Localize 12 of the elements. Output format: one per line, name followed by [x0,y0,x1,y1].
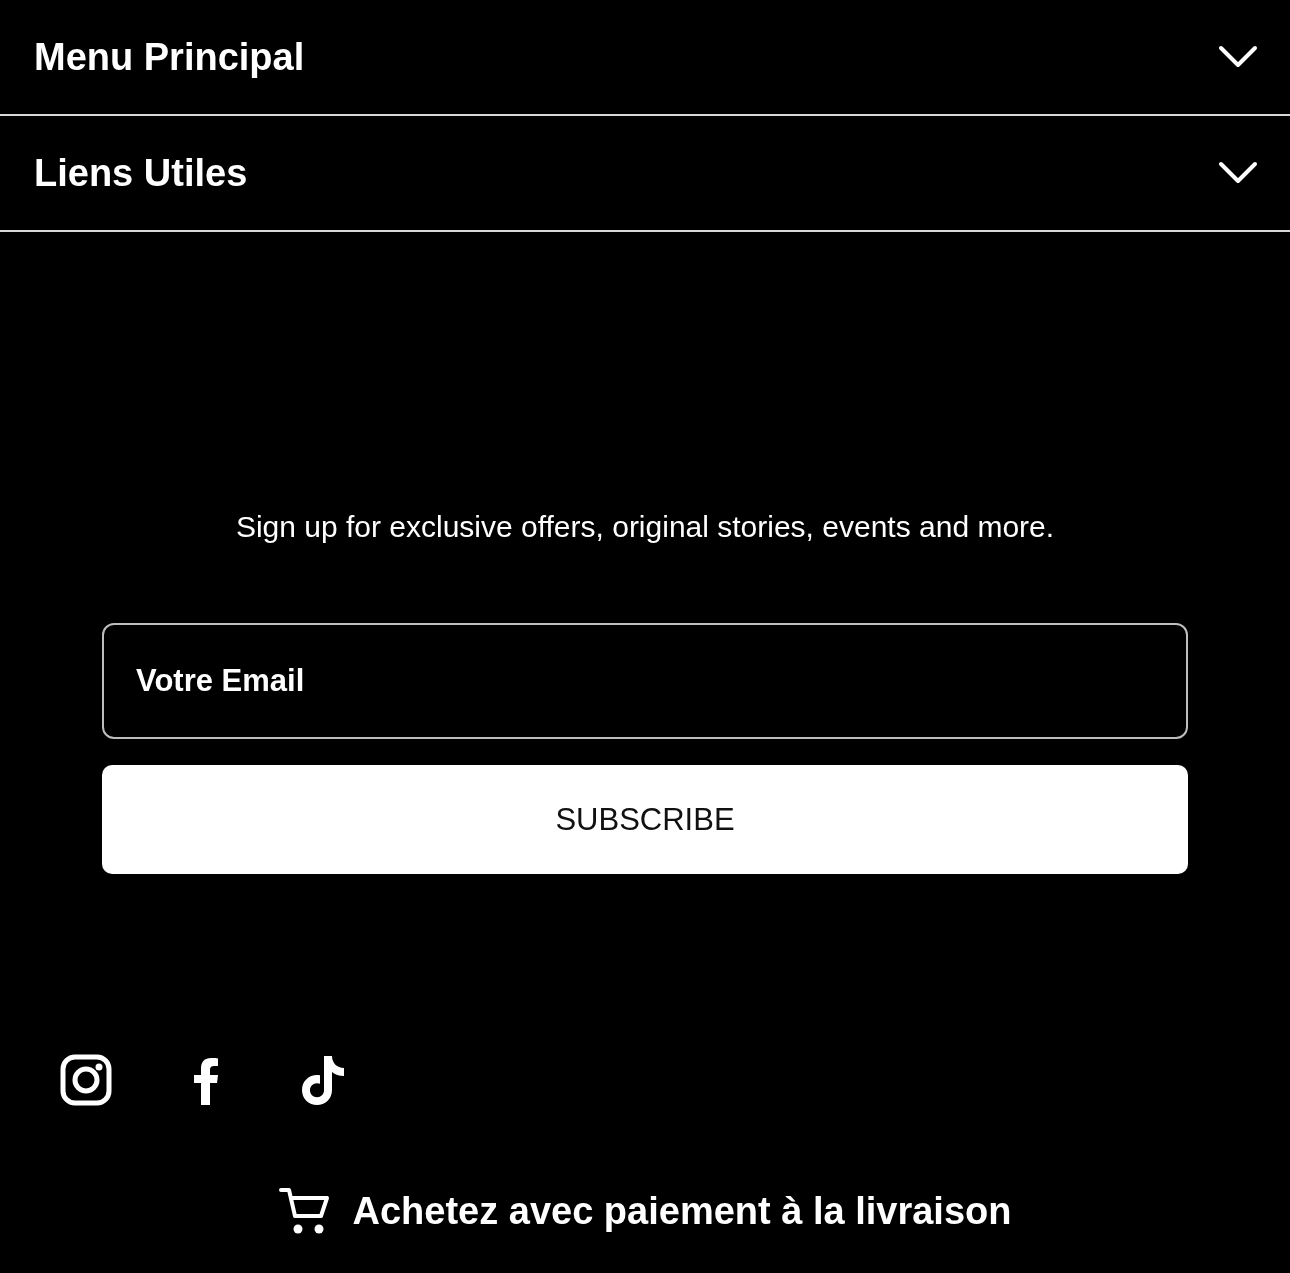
newsletter-text: Sign up for exclusive offers, original stories, events and more. [234,509,1056,545]
subscribe-button[interactable]: SUBSCRIBE [102,765,1188,874]
banner-text: Achetez avec paiement à la livraison [352,1189,1012,1233]
accordion-header[interactable]: Menu Principal [0,0,1290,116]
tiktok-icon[interactable] [300,1054,346,1106]
instagram-icon[interactable] [60,1054,112,1106]
accordion-title: Menu Principal [34,35,305,79]
accordion-header[interactable]: Liens Utiles [0,116,1290,232]
facebook-icon[interactable] [192,1055,220,1105]
accordion-title: Liens Utiles [34,151,248,195]
cart-icon [278,1186,331,1236]
email-field[interactable]: Votre Email [102,623,1188,739]
